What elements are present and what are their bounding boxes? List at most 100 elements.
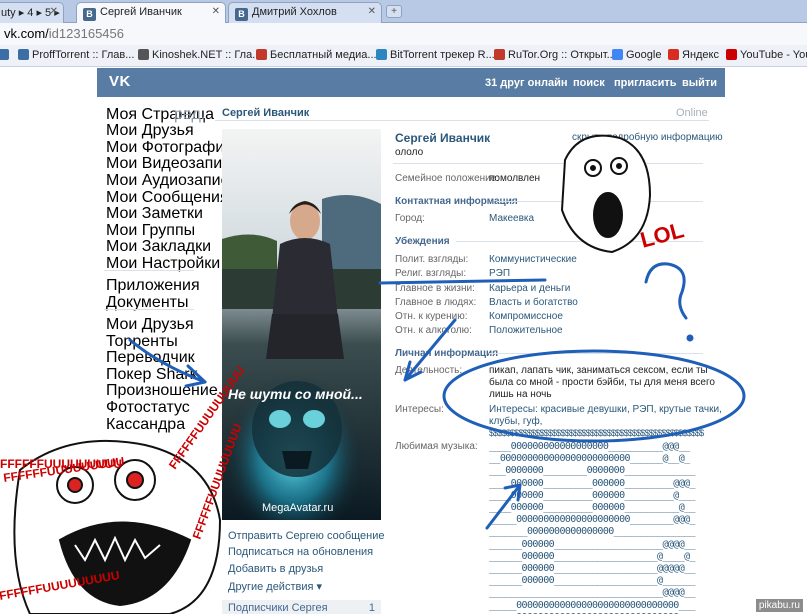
bookmark-item[interactable]: Kinoshek.NET :: Гла...	[138, 49, 261, 61]
other-actions-dropdown[interactable]: Другие действия ▾	[228, 580, 322, 593]
interests-line[interactable]: $$$$$$$$$$$$$$$$$$$$$$$$$$$$$$$$$$$$$$$$…	[489, 428, 704, 438]
music-line: ___0000000________0000000_____________	[489, 465, 696, 477]
nav-logout[interactable]: выйти	[682, 77, 717, 89]
music-line: _______0000000000000000_______________	[489, 526, 696, 538]
tab-label: Сергей Иванчик	[100, 6, 182, 18]
bookmark-item[interactable]: RuTor.Org :: Открыт...	[494, 49, 616, 61]
music-line: ____000000_________000000__________@__	[489, 502, 696, 514]
music-line: _____000000000000000000000000000000___	[489, 599, 696, 611]
city-value[interactable]: Макеевка	[489, 213, 534, 224]
send-message-link[interactable]: Отправить Сергею сообщение	[228, 530, 385, 542]
browser-tab[interactable]: uty ▸ 4 ▸ 5 ▸ 6 ✕	[0, 2, 64, 23]
browser-tab[interactable]: В Дмитрий Хохлов ✕	[228, 2, 382, 23]
family-label: Семейное положение:	[395, 173, 500, 184]
bookmark-item[interactable]: ProffTorrent :: Глав...	[18, 49, 134, 61]
bookmark-favicon-icon	[256, 49, 267, 60]
divider	[215, 120, 709, 121]
music-line: __000000000000000000000000______@__@_	[489, 453, 690, 465]
menu-item-videos[interactable]: Мои Видеозаписи	[106, 155, 239, 173]
avatar: Не шути со мной... MegaAvatar.ru	[222, 129, 381, 520]
lol-text: LOL	[638, 217, 687, 253]
vk-favicon-icon: В	[83, 8, 96, 21]
belief-value[interactable]: РЭП	[489, 268, 510, 279]
belief-value[interactable]: Положительное	[489, 325, 563, 336]
bookmark-favicon-icon	[18, 49, 29, 60]
menu-item-bookmarks[interactable]: Мои Закладки	[106, 238, 211, 256]
belief-value[interactable]: Карьера и деньги	[489, 283, 570, 294]
menu-item-friends[interactable]: Мои Друзья	[106, 122, 194, 140]
bookmark-item[interactable]: Яндекс	[668, 49, 719, 61]
bookmark-item[interactable]: Google	[612, 49, 661, 61]
new-tab-button[interactable]: +	[386, 5, 402, 18]
bookmark-favicon-icon	[668, 49, 679, 60]
belief-value[interactable]: Компромиссное	[489, 311, 563, 322]
belief-value[interactable]: Власть и богатство	[489, 297, 578, 308]
divider	[489, 353, 703, 354]
profile-status[interactable]: ололо	[395, 147, 423, 158]
page-title: Сергей Иванчик	[222, 107, 310, 119]
menu-item-apps[interactable]: Приложения	[106, 277, 200, 295]
bookmark-favicon-icon	[726, 49, 737, 60]
bookmark-item[interactable]: BitTorrent трекер R...	[376, 49, 495, 61]
menu-item-app[interactable]: Фотостатус	[106, 399, 190, 417]
music-line: ________________________________@@@@__	[489, 587, 696, 599]
tab-label: Дмитрий Хохлов	[252, 6, 337, 18]
browser-tab-strip: uty ▸ 4 ▸ 5 ▸ 6 ✕ В Сергей Иванчик ✕ В Дми…	[0, 0, 807, 23]
music-line: ______000000___________________@@@@@__	[489, 563, 696, 575]
personal-header: Личная информация	[395, 348, 499, 359]
hide-info-link[interactable]: скрыть подробную информацию	[572, 132, 723, 143]
belief-label: Главное в жизни:	[395, 283, 475, 294]
music-line: ____000000_________000000_________@@@_	[489, 477, 696, 489]
activity-line: пикап, лапать чик, заниматься сексом, ес…	[489, 365, 708, 376]
family-value[interactable]: помолвлен	[489, 173, 540, 184]
music-label: Любимая музыка:	[395, 441, 478, 452]
nav-search[interactable]: поиск	[573, 77, 605, 89]
subscribers-label: Подписчики Сергея	[228, 602, 328, 614]
browser-tab-active[interactable]: В Сергей Иванчик ✕	[76, 2, 226, 23]
url-text[interactable]: vk.com/id123165456	[4, 26, 124, 41]
belief-label: Отн. к курению:	[395, 311, 468, 322]
vk-favicon-icon: В	[235, 8, 248, 21]
address-bar[interactable]: vk.com/id123165456	[0, 23, 807, 45]
close-icon[interactable]: ✕	[368, 6, 376, 17]
bookmark-favicon-icon	[494, 49, 505, 60]
activity-label: Деятельность:	[395, 365, 463, 376]
divider	[456, 241, 703, 242]
subscribers-header[interactable]: Подписчики Сергея 1	[222, 600, 381, 614]
watermark: pikabu.ru	[755, 599, 803, 612]
rage-text: FFFFFFUUUUUUUUU	[2, 454, 125, 485]
menu-item-app[interactable]: Мои Друзья	[106, 316, 194, 334]
menu-item-app[interactable]: Кассандра	[106, 416, 185, 434]
subscribe-link[interactable]: Подписаться на обновления	[228, 546, 373, 558]
interests-line[interactable]: клубы, гуф,	[489, 416, 542, 427]
activity-line: лишь на ночь	[489, 389, 552, 400]
bookmark-item[interactable]: Бесплатный медиа...	[256, 49, 377, 61]
interests-line[interactable]: Интересы: красивые девушки, РЭП, крутые …	[489, 404, 722, 415]
menu-divider	[104, 309, 194, 310]
nav-invite[interactable]: пригласить	[614, 77, 677, 89]
belief-value[interactable]: Коммунистические	[489, 254, 577, 265]
menu-item-app[interactable]: Переводчик	[106, 349, 195, 367]
vk-logo[interactable]: VK	[109, 73, 131, 90]
rage-text: FFFFFFUUUUUUUUU	[0, 457, 122, 471]
question-mark-annotation	[644, 262, 688, 320]
belief-label: Религ. взгляды:	[395, 268, 467, 279]
beliefs-header: Убеждения	[395, 236, 450, 247]
belief-label: Отн. к алкоголю:	[395, 325, 472, 336]
divider	[393, 163, 703, 164]
menu-item-app[interactable]: Произношение	[106, 382, 218, 400]
bookmark-icon[interactable]	[0, 49, 12, 61]
bookmark-item[interactable]: YouTube - Yout...	[726, 49, 807, 61]
close-icon[interactable]: ✕	[212, 6, 220, 17]
divider	[497, 201, 703, 202]
menu-item-notes[interactable]: Мои Заметки	[106, 205, 203, 223]
music-value[interactable]: ____000000000000000000__________@@@__ __0…	[489, 441, 696, 614]
menu-item-audio[interactable]: Мои Аудиозаписи	[106, 172, 238, 190]
bookmarks-bar: ProffTorrent :: Глав... Kinoshek.NET :: …	[0, 45, 807, 67]
nav-friends-online[interactable]: 31 друг онлайн	[485, 77, 567, 89]
add-friend-link[interactable]: Добавить в друзья	[228, 563, 323, 575]
close-icon[interactable]: ✕	[50, 6, 58, 17]
menu-divider	[104, 270, 194, 271]
profile-photo[interactable]: Не шути со мной... MegaAvatar.ru	[222, 129, 381, 520]
music-line: ______000000____________________@@@@__	[489, 538, 696, 550]
